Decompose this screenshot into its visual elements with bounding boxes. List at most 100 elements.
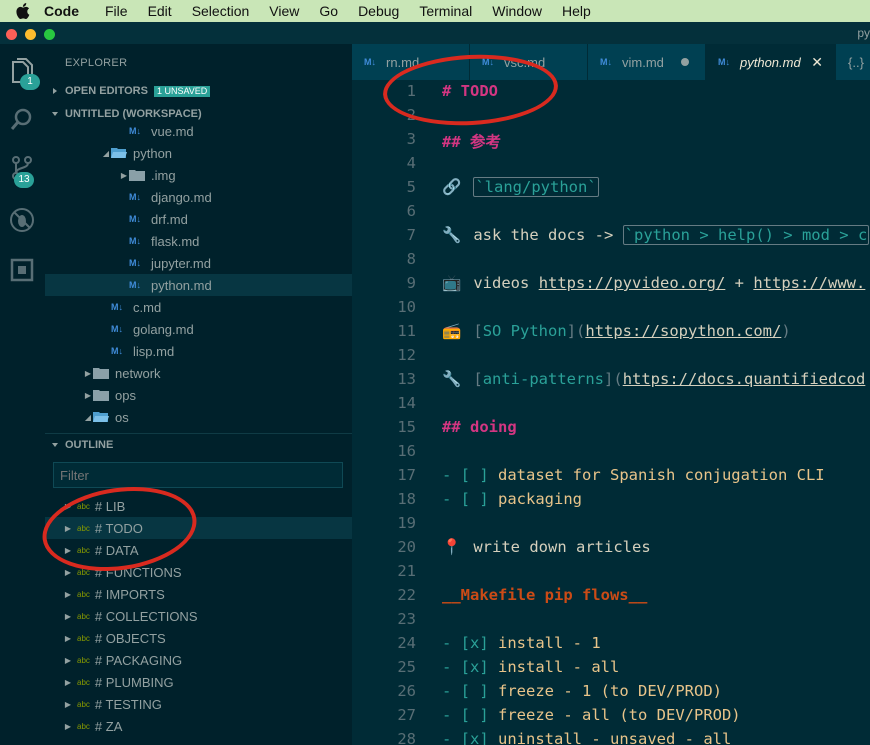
menu-code[interactable]: Code: [44, 3, 79, 19]
outline-item-label: # PACKAGING: [94, 652, 183, 668]
workspace-header[interactable]: UNTITLED (WORKSPACE): [45, 103, 352, 125]
tab-label: {..}: [848, 54, 864, 70]
chevron-down-icon: [45, 441, 65, 449]
code-line-11: 📻 [SO Python](https://sopython.com/): [442, 322, 791, 340]
code-line-25: - [x] install - all: [442, 658, 620, 676]
editor-tab[interactable]: M↓ vim.md: [588, 44, 706, 80]
pin-icon: 📍: [442, 538, 462, 556]
file-tree-label: drf.md: [151, 211, 188, 227]
menu-view[interactable]: View: [269, 3, 299, 19]
apple-icon[interactable]: [14, 0, 32, 22]
markdown-icon: M↓: [129, 192, 141, 202]
code-line-5: 🔗 `lang/python`: [442, 177, 599, 197]
file-tree-item[interactable]: M↓ flask.md: [45, 230, 352, 252]
line-number: 22: [397, 586, 416, 604]
markdown-icon: M↓: [129, 236, 141, 246]
source-control-icon[interactable]: 13: [6, 152, 38, 188]
outline-header[interactable]: OUTLINE: [45, 433, 352, 455]
outline-item[interactable]: ▶ abc # PLUMBING: [45, 671, 352, 693]
anti-patterns-link[interactable]: https://docs.quantifiedcod: [623, 370, 866, 388]
code-line-15: ## doing: [442, 418, 517, 436]
line-number: 19: [397, 514, 416, 532]
file-tree-item[interactable]: M↓ jupyter.md: [45, 252, 352, 274]
explorer-icon[interactable]: 1: [6, 56, 40, 90]
outline-item[interactable]: ▶ abc # COLLECTIONS: [45, 605, 352, 627]
file-tree-item[interactable]: ▶ .img: [45, 164, 352, 186]
workspace-label: UNTITLED (WORKSPACE): [65, 108, 202, 120]
string-symbol-icon: abc: [77, 655, 90, 665]
open-editors-header[interactable]: OPEN EDITORS 1 UNSAVED: [45, 80, 352, 102]
file-tree-item[interactable]: M↓linux.md: [45, 428, 352, 433]
editor-pane[interactable]: 1 2 3 4 5 6 7 8 9 10 11 12 13 14 15 16 17 18 19 20 21 22 23 24 2…: [352, 80, 870, 745]
unsaved-badge: 1 UNSAVED: [153, 85, 211, 97]
markdown-icon: M↓: [129, 258, 141, 268]
activity-bar: 1 13: [0, 44, 45, 745]
file-tree-item[interactable]: ◢ python: [45, 142, 352, 164]
markdown-icon: M↓: [129, 280, 141, 290]
line-number: 12: [397, 346, 416, 364]
file-tree-label: vue.md: [151, 126, 194, 139]
search-icon[interactable]: [6, 104, 38, 136]
zoom-window-button[interactable]: [44, 29, 55, 40]
editor-tab[interactable]: M↓ python.md ✕: [706, 44, 836, 80]
outline-filter-input[interactable]: [53, 462, 343, 488]
folder-open-icon: [93, 411, 109, 423]
wrench-icon: 🔧: [442, 226, 462, 244]
outline-item[interactable]: ▶ abc # TESTING: [45, 693, 352, 715]
file-tree-label: golang.md: [133, 321, 194, 337]
file-tree-item[interactable]: M↓ drf.md: [45, 208, 352, 230]
menu-selection[interactable]: Selection: [192, 3, 250, 19]
string-symbol-icon: abc: [77, 633, 90, 643]
editor-tab[interactable]: {..}: [836, 44, 870, 80]
debug-icon[interactable]: [6, 204, 38, 236]
tab-label: python.md: [740, 54, 801, 70]
unsaved-dot-icon[interactable]: [681, 58, 689, 66]
menu-help[interactable]: Help: [562, 3, 591, 19]
string-symbol-icon: abc: [77, 721, 90, 731]
pyvideo-link[interactable]: https://pyvideo.org/: [539, 274, 726, 292]
file-tree-item[interactable]: ◢ os: [45, 406, 352, 428]
line-number: 6: [406, 202, 416, 220]
file-tree-item[interactable]: ▶ network: [45, 362, 352, 384]
menu-go[interactable]: Go: [319, 3, 338, 19]
markdown-icon: M↓: [129, 126, 141, 136]
outline-item[interactable]: ▶ abc # ZA: [45, 715, 352, 737]
explorer-badge: 1: [20, 74, 40, 90]
menu-edit[interactable]: Edit: [148, 3, 172, 19]
menu-file[interactable]: File: [105, 3, 128, 19]
line-number: 21: [397, 562, 416, 580]
markdown-icon: M↓: [111, 302, 123, 312]
outline-item[interactable]: ▶ abc # IMPORTS: [45, 583, 352, 605]
file-tree-label: network: [115, 365, 161, 381]
file-tree-item[interactable]: ▶ ops: [45, 384, 352, 406]
menu-window[interactable]: Window: [492, 3, 542, 19]
menu-debug[interactable]: Debug: [358, 3, 399, 19]
chevron-right-icon: ▶: [64, 677, 72, 687]
line-number: 13: [397, 370, 416, 388]
file-tree-item[interactable]: M↓ vue.md: [45, 126, 352, 142]
folder-open-icon: [111, 147, 127, 159]
file-tree-item[interactable]: M↓ django.md: [45, 186, 352, 208]
extensions-icon[interactable]: [6, 254, 38, 286]
outline-label: OUTLINE: [65, 438, 114, 451]
markdown-icon: M↓: [111, 346, 123, 356]
file-tree-item[interactable]: M↓ golang.md: [45, 318, 352, 340]
minimize-window-button[interactable]: [25, 29, 36, 40]
code-line-28: - [x] uninstall - unsaved - all: [442, 730, 732, 745]
string-symbol-icon: abc: [77, 611, 90, 621]
menu-terminal[interactable]: Terminal: [419, 3, 472, 19]
chevron-right-icon: ▶: [64, 633, 72, 643]
file-tree-item[interactable]: M↓ python.md: [45, 274, 352, 296]
outline-item[interactable]: ▶ abc # OBJECTS: [45, 627, 352, 649]
second-video-link[interactable]: https://www.: [753, 274, 865, 292]
outline-item[interactable]: ▶ abc # PACKAGING: [45, 649, 352, 671]
close-icon[interactable]: ✕: [811, 54, 823, 71]
line-number: 5: [406, 178, 416, 196]
chevron-down-icon: ◢: [84, 412, 92, 422]
sopython-link[interactable]: https://sopython.com/: [585, 322, 781, 340]
file-tree-item[interactable]: M↓ c.md: [45, 296, 352, 318]
file-tree-item[interactable]: M↓ lisp.md: [45, 340, 352, 362]
close-window-button[interactable]: [6, 29, 17, 40]
line-number: 20: [397, 538, 416, 556]
link-icon: 🔗: [442, 178, 462, 196]
